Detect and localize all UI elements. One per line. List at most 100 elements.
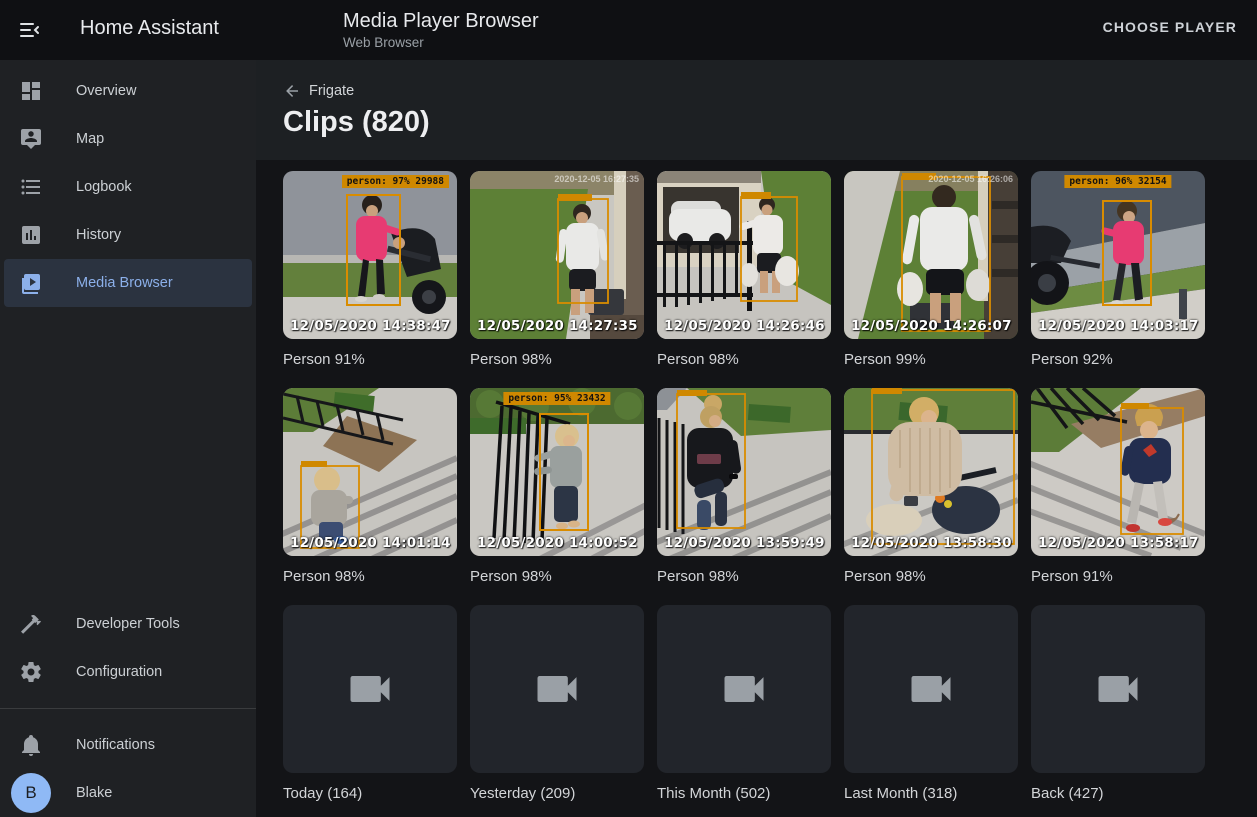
bar-chart-icon (19, 223, 43, 247)
folder-row: Today (164) Yesterday (209) This Month (… (283, 605, 1257, 805)
sidebar-toggle-icon[interactable] (18, 18, 42, 42)
choose-player-button[interactable]: CHOOSE PLAYER (1103, 19, 1237, 35)
clip-cell: 2020-12-05 16:27:35 12/05/2020 14:27:35 … (470, 171, 644, 371)
page-header: Media Player Browser Web Browser (343, 8, 539, 52)
sidebar-divider (0, 708, 256, 709)
clip-label: Person 92% (1031, 351, 1205, 371)
clip-label: Person 91% (1031, 568, 1205, 588)
folder-cell: Back (427) (1031, 605, 1205, 805)
clip-thumbnail-3[interactable]: 12/05/2020 14:26:46 (657, 171, 831, 339)
clip-thumbnail-10[interactable]: 12/05/2020 13:58:17 (1031, 388, 1205, 556)
clip-scene-woman-hoodie (657, 388, 831, 556)
breadcrumb-label: Frigate (309, 83, 354, 99)
clip-scene-man-porch (470, 171, 644, 339)
clip-thumbnail-5[interactable]: person: 96% 32154 12/05/2020 14:03:17 (1031, 171, 1205, 339)
sidebar-item-configuration[interactable]: Configuration (4, 648, 252, 696)
sidebar-item-label: Logbook (76, 179, 132, 195)
camera-osd-timestamp: 2020-12-05 16:27:35 (554, 174, 639, 184)
sidebar-item-developer-tools[interactable]: Developer Tools (4, 600, 252, 648)
detection-tag: person: 95% 23432 (503, 392, 610, 405)
clip-thumbnail-9[interactable]: 12/05/2020 13:58:30 (844, 388, 1018, 556)
sidebar-item-label: Notifications (76, 737, 155, 753)
sidebar-item-profile[interactable]: B Blake (4, 769, 252, 817)
clip-scene-man-garage (657, 171, 831, 339)
sidebar-item-overview[interactable]: Overview (4, 67, 252, 115)
clip-scene-man-back (844, 171, 1018, 339)
folder-cell: Yesterday (209) (470, 605, 644, 805)
video-camera-icon (531, 663, 583, 715)
folder-this-month[interactable] (657, 605, 831, 773)
sidebar-footer: Developer Tools Configuration Notificati… (0, 600, 256, 817)
clip-thumbnail-1[interactable]: person: 97% 29988 12/05/2020 14:38:47 (283, 171, 457, 339)
bell-icon (19, 733, 43, 757)
clip-cell: person: 95% 23432 12/05/2020 14:00:52 Pe… (470, 388, 644, 588)
clip-thumbnail-2[interactable]: 2020-12-05 16:27:35 12/05/2020 14:27:35 (470, 171, 644, 339)
sidebar-item-label: Overview (76, 83, 136, 99)
clip-thumbnail-7[interactable]: person: 95% 23432 12/05/2020 14:00:52 (470, 388, 644, 556)
sidebar-item-label: History (76, 227, 121, 243)
detection-tag: person: 97% 29988 (342, 175, 449, 188)
sidebar-item-notifications[interactable]: Notifications (4, 721, 252, 769)
clip-cell: 12/05/2020 14:01:14 Person 98% (283, 388, 457, 588)
clip-timestamp: 12/05/2020 14:03:17 (1038, 318, 1199, 334)
clip-thumbnail-4[interactable]: 2020-12-05 16:26:06 12/05/2020 14:26:07 (844, 171, 1018, 339)
clip-cell: 12/05/2020 13:58:17 Person 91% (1031, 388, 1205, 588)
app-title: Home Assistant (80, 17, 219, 40)
sidebar-item-label: Media Browser (76, 275, 173, 291)
clip-timestamp: 12/05/2020 14:00:52 (477, 535, 638, 551)
page-subtitle: Web Browser (343, 34, 539, 52)
video-camera-icon (1092, 663, 1144, 715)
clip-label: Person 98% (657, 351, 831, 371)
clip-cell: 12/05/2020 13:58:30 Person 98% (844, 388, 1018, 588)
clip-cell: 12/05/2020 14:26:46 Person 98% (657, 171, 831, 371)
top-app-bar: Home Assistant Media Player Browser Web … (0, 0, 1257, 60)
clip-timestamp: 12/05/2020 14:38:47 (290, 318, 451, 334)
breadcrumb-back-frigate[interactable]: Frigate (256, 60, 354, 100)
clip-thumbnail-6[interactable]: 12/05/2020 14:01:14 (283, 388, 457, 556)
avatar: B (11, 773, 51, 813)
clip-scene-toddler-yard (283, 388, 457, 556)
clip-scene-toddler-railing (470, 388, 644, 556)
clip-label: Person 98% (844, 568, 1018, 588)
clip-timestamp: 12/05/2020 14:27:35 (477, 318, 638, 334)
sidebar-item-map[interactable]: Map (4, 115, 252, 163)
clip-label: Person 99% (844, 351, 1018, 371)
profile-name: Blake (76, 785, 112, 801)
sidebar-item-history[interactable]: History (4, 211, 252, 259)
clip-scene-woman-stroller (283, 171, 457, 339)
sidebar-item-logbook[interactable]: Logbook (4, 163, 252, 211)
list-icon (19, 175, 43, 199)
folder-label: This Month (502) (657, 785, 831, 805)
hammer-icon (19, 612, 43, 636)
folder-cell: Today (164) (283, 605, 457, 805)
clip-label: Person 98% (283, 568, 457, 588)
clip-scene-woman-sweater (844, 388, 1018, 556)
sidebar-item-media-browser[interactable]: Media Browser (4, 259, 252, 307)
clip-label: Person 91% (283, 351, 457, 371)
folder-cell: Last Month (318) (844, 605, 1018, 805)
clip-thumbnail-8[interactable]: 12/05/2020 13:59:49 (657, 388, 831, 556)
sidebar-item-label: Configuration (76, 664, 162, 680)
folder-label: Back (427) (1031, 785, 1205, 805)
main-content: Frigate Clips (820) (256, 60, 1257, 817)
media-grid: person: 97% 29988 12/05/2020 14:38:47 Pe… (256, 160, 1257, 805)
video-camera-icon (718, 663, 770, 715)
content-header: Frigate Clips (820) (256, 60, 1257, 160)
detection-tag: person: 96% 32154 (1064, 175, 1171, 188)
clip-label: Person 98% (470, 568, 644, 588)
folder-back[interactable] (1031, 605, 1205, 773)
clip-label: Person 98% (657, 568, 831, 588)
folder-yesterday[interactable] (470, 605, 644, 773)
sidebar-item-label: Map (76, 131, 104, 147)
folder-label: Yesterday (209) (470, 785, 644, 805)
folder-last-month[interactable] (844, 605, 1018, 773)
clip-cell: person: 96% 32154 12/05/2020 14:03:17 Pe… (1031, 171, 1205, 371)
video-camera-icon (905, 663, 957, 715)
clip-scene-boy-navy (1031, 388, 1205, 556)
clip-timestamp: 12/05/2020 14:26:46 (664, 318, 825, 334)
clip-cell: 2020-12-05 16:26:06 12/05/2020 14:26:07 … (844, 171, 1018, 371)
sidebar-nav: Overview Map Logbook History Med (0, 60, 256, 307)
folder-label: Last Month (318) (844, 785, 1018, 805)
clip-timestamp: 12/05/2020 13:58:17 (1038, 535, 1199, 551)
folder-today[interactable] (283, 605, 457, 773)
